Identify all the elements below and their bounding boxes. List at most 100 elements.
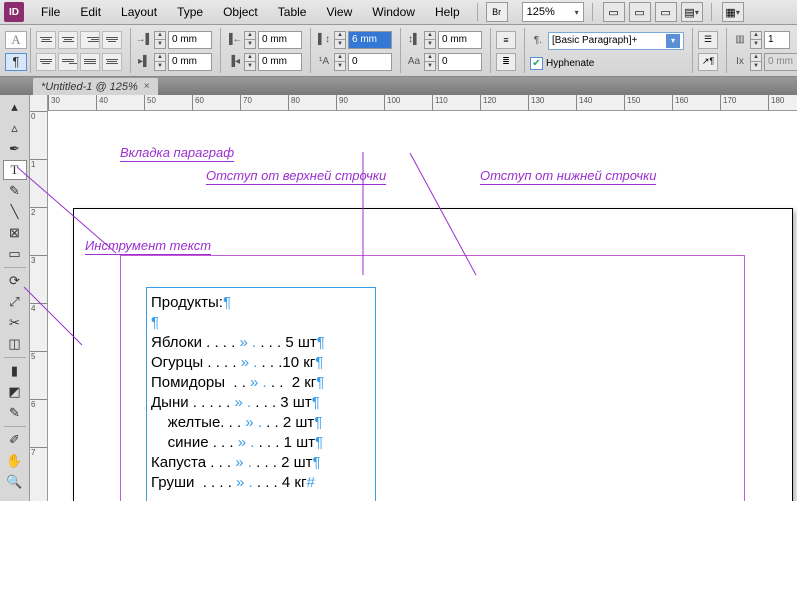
- indent-last-input[interactable]: 0 mm: [258, 53, 302, 71]
- baseline-none-button[interactable]: ≡: [496, 31, 516, 49]
- baseline-grid-button[interactable]: ≣: [496, 53, 516, 71]
- close-icon[interactable]: ×: [144, 81, 150, 92]
- type-tool[interactable]: T: [3, 160, 27, 180]
- space-after-input[interactable]: 0 mm: [438, 31, 482, 49]
- check-icon: ✔: [530, 57, 543, 70]
- zoom-value: 125%: [527, 6, 555, 18]
- justify-last-center-button[interactable]: [36, 53, 56, 71]
- inset-input: 0 mm: [764, 53, 797, 71]
- align-right-button[interactable]: [80, 31, 100, 49]
- columns-input[interactable]: 1: [764, 31, 790, 49]
- space-after-icon: ↕▌: [406, 32, 422, 48]
- options-button[interactable]: ↗¶: [698, 53, 718, 71]
- indent-last-stepper[interactable]: ▲▼: [244, 53, 256, 71]
- arrange-button[interactable]: ▦▾: [722, 2, 744, 22]
- free-transform-tool[interactable]: ◫: [3, 334, 27, 354]
- indent-first-input[interactable]: 0 mm: [168, 53, 212, 71]
- pen-tool[interactable]: ✒: [3, 139, 27, 159]
- indent-right-input[interactable]: 0 mm: [258, 31, 302, 49]
- menu-type[interactable]: Type: [168, 2, 212, 22]
- menu-file[interactable]: File: [32, 2, 69, 22]
- menu-layout[interactable]: Layout: [112, 2, 166, 22]
- dropcap-lines-stepper[interactable]: ▲▼: [334, 53, 346, 71]
- text-frame[interactable]: Продукты:¶ ¶ Яблоки . . . . » . . . . 5 …: [146, 287, 376, 501]
- columns-stepper[interactable]: ▲▼: [750, 31, 762, 49]
- menu-object[interactable]: Object: [214, 2, 267, 22]
- indent-first-icon: ▸▌: [136, 54, 152, 70]
- indent-left-icon: →▌: [136, 32, 152, 48]
- document-tab-label: *Untitled-1 @ 125%: [41, 81, 138, 93]
- chevron-down-icon: ▾: [575, 8, 579, 17]
- menu-help[interactable]: Help: [426, 2, 469, 22]
- menu-edit[interactable]: Edit: [71, 2, 110, 22]
- columns-icon: ▥: [732, 32, 748, 48]
- align-center-button[interactable]: [58, 31, 78, 49]
- pencil-tool[interactable]: ✎: [3, 181, 27, 201]
- screen-mode[interactable]: ▤▾: [681, 2, 703, 22]
- indent-left-input[interactable]: 0 mm: [168, 31, 212, 49]
- menu-window[interactable]: Window: [363, 2, 424, 22]
- space-after-stepper[interactable]: ▲▼: [424, 31, 436, 49]
- workspace: ▴ ▵ ✒ T ✎ ╲ ⊠ ▭ ⟳ ⤢ ✂ ◫ ▮ ◩ ✎ ✐ ✋ 🔍 0 1 …: [0, 95, 797, 501]
- justify-last-left-button[interactable]: [102, 31, 122, 49]
- scissors-tool[interactable]: ✂: [3, 313, 27, 333]
- paragraph-style-select[interactable]: [Basic Paragraph]+▾: [548, 32, 684, 50]
- rectangle-tool[interactable]: ▭: [3, 244, 27, 264]
- view-mode-1[interactable]: ▭: [603, 2, 625, 22]
- dropcap-lines-input[interactable]: 0: [348, 53, 392, 71]
- dropcap-chars-stepper[interactable]: ▲▼: [424, 53, 436, 71]
- space-before-input[interactable]: 6 mm: [348, 31, 392, 49]
- indent-left-stepper[interactable]: ▲▼: [154, 31, 166, 49]
- hyphenate-label: Hyphenate: [546, 58, 594, 69]
- zoom-select[interactable]: 125% ▾: [522, 2, 584, 22]
- gradient-feather-tool[interactable]: ◩: [3, 382, 27, 402]
- rectangle-frame-tool[interactable]: ⊠: [3, 223, 27, 243]
- direct-selection-tool[interactable]: ▵: [3, 118, 27, 138]
- view-mode-2[interactable]: ▭: [629, 2, 651, 22]
- indent-first-stepper[interactable]: ▲▼: [154, 53, 166, 71]
- horizontal-ruler: 30 40 50 60 70 80 90 100 110 120 130 140…: [48, 95, 797, 111]
- menubar: ID File Edit Layout Type Object Table Vi…: [0, 0, 797, 25]
- note-tool[interactable]: ✎: [3, 403, 27, 423]
- line-tool[interactable]: ╲: [3, 202, 27, 222]
- character-mode-button[interactable]: A: [5, 31, 27, 49]
- justify-last-right-button[interactable]: [58, 53, 78, 71]
- rotate-tool[interactable]: ⟳: [3, 271, 27, 291]
- gradient-tool[interactable]: ▮: [3, 361, 27, 381]
- canvas[interactable]: 30 40 50 60 70 80 90 100 110 120 130 140…: [48, 95, 797, 501]
- hyphenate-checkbox[interactable]: ✔Hyphenate: [530, 57, 684, 70]
- toolbox: ▴ ▵ ✒ T ✎ ╲ ⊠ ▭ ⟳ ⤢ ✂ ◫ ▮ ◩ ✎ ✐ ✋ 🔍: [0, 95, 30, 501]
- menu-table[interactable]: Table: [269, 2, 316, 22]
- doc-title: Продукты:: [151, 294, 223, 311]
- indent-last-icon: ▐◂: [226, 54, 242, 70]
- annotation-text-tool: Инструмент текст: [85, 238, 211, 255]
- dropcap-chars-icon: Aa: [406, 54, 422, 70]
- view-mode-3[interactable]: ▭: [655, 2, 677, 22]
- document-tabbar: *Untitled-1 @ 125% ×: [0, 77, 797, 95]
- justify-all-button[interactable]: [80, 53, 100, 71]
- control-panel: A ¶ →▌▲▼0 mm ▸▌▲▼0 mm ▐←▲▼0 mm ▐◂▲▼0 mm …: [0, 25, 797, 77]
- document-tab[interactable]: *Untitled-1 @ 125% ×: [33, 78, 158, 95]
- space-before-stepper[interactable]: ▲▼: [334, 31, 346, 49]
- para-style-icon: ¶.: [530, 33, 546, 49]
- space-before-icon: ▌↕: [316, 32, 332, 48]
- zoom-tool[interactable]: 🔍: [3, 472, 27, 492]
- menu-view[interactable]: View: [317, 2, 361, 22]
- vertical-ruler: 0 1 2 3 4 5 6 7: [30, 95, 48, 501]
- list-panel-button[interactable]: ☰: [698, 31, 718, 49]
- align-left-button[interactable]: [36, 31, 56, 49]
- dropcap-chars-input[interactable]: 0: [438, 53, 482, 71]
- chevron-down-icon: ▾: [666, 34, 680, 48]
- alignment-group: [30, 28, 127, 73]
- dropcap-lines-icon: ¹A: [316, 54, 332, 70]
- indent-right-stepper[interactable]: ▲▼: [244, 31, 256, 49]
- inset-stepper[interactable]: ▲▼: [750, 53, 762, 71]
- scale-tool[interactable]: ⤢: [3, 292, 27, 312]
- hand-tool[interactable]: ✋: [3, 451, 27, 471]
- align-spine-button[interactable]: [102, 53, 122, 71]
- eyedropper-tool[interactable]: ✐: [3, 430, 27, 450]
- annotation-paragraph-tab: Вкладка параграф: [120, 145, 234, 162]
- selection-tool[interactable]: ▴: [3, 97, 27, 117]
- paragraph-mode-button[interactable]: ¶: [5, 53, 27, 71]
- bridge-button[interactable]: Br: [486, 2, 508, 22]
